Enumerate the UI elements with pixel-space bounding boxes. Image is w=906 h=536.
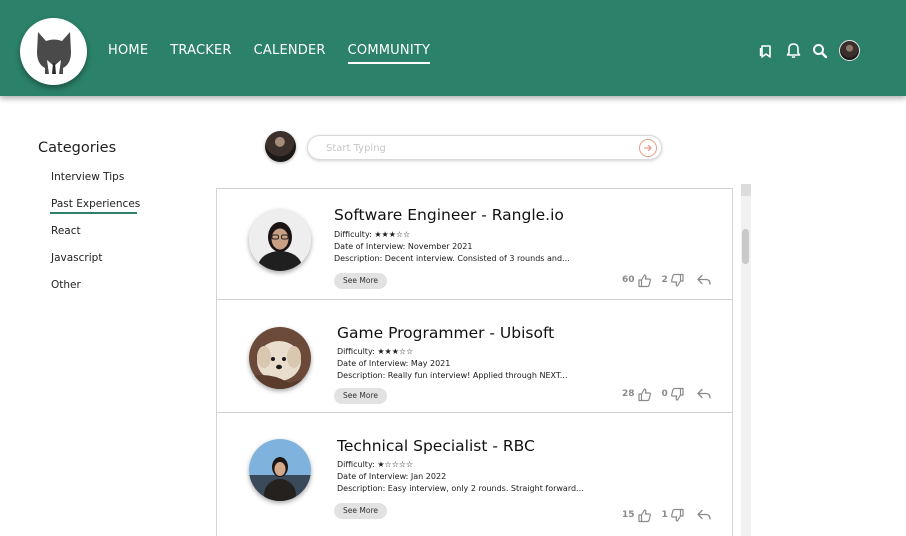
difficulty-stars: ★★★☆☆ <box>377 347 414 356</box>
post-author-avatar <box>249 439 311 501</box>
post-composer <box>307 135 662 160</box>
category-javascript[interactable]: Javascript <box>51 252 140 279</box>
thumbs-up-icon[interactable] <box>637 386 653 402</box>
post-difficulty: Difficulty: ★★★☆☆ <box>334 229 410 241</box>
composer-avatar <box>265 131 296 162</box>
bookmark-icon[interactable] <box>757 42 775 60</box>
post-feed: Software Engineer - Rangle.io Difficulty… <box>216 188 733 536</box>
arrow-right-icon <box>643 144 652 152</box>
see-more-button[interactable]: See More <box>334 503 387 519</box>
difficulty-stars: ★★★☆☆ <box>374 230 411 239</box>
post-card: Software Engineer - Rangle.io Difficulty… <box>217 189 732 300</box>
post-actions: 15 1 <box>622 507 712 523</box>
thumbs-down-icon[interactable] <box>670 386 686 402</box>
profile-avatar[interactable] <box>839 40 860 61</box>
category-interview-tips[interactable]: Interview Tips <box>51 171 140 198</box>
post-card: Technical Specialist - RBC Difficulty: ★… <box>217 413 732 524</box>
post-date: Date of Interview: May 2021 <box>337 359 451 368</box>
reply-icon[interactable] <box>696 272 712 288</box>
category-other[interactable]: Other <box>51 279 140 306</box>
thumbs-up-icon[interactable] <box>637 507 653 523</box>
nav-community[interactable]: COMMUNITY <box>347 43 431 64</box>
post-actions: 60 2 <box>622 272 712 288</box>
post-difficulty: Difficulty: ★★★☆☆ <box>337 346 413 358</box>
dislike-count: 0 <box>661 389 668 399</box>
thumbs-down-icon[interactable] <box>670 272 686 288</box>
scrollbar-thumb[interactable] <box>742 229 749 264</box>
header-actions <box>757 40 860 61</box>
post-description: Description: Easy interview, only 2 roun… <box>337 484 584 493</box>
post-date: Date of Interview: Jan 2022 <box>337 472 447 481</box>
post-actions: 28 0 <box>622 386 712 402</box>
scrollbar-cap <box>741 184 751 196</box>
difficulty-label: Difficulty: <box>337 460 375 469</box>
dislike-count: 1 <box>661 510 668 520</box>
like-count: 15 <box>622 510 635 520</box>
dislike-count: 2 <box>661 275 668 285</box>
cat-icon <box>37 32 71 74</box>
post-description: Description: Really fun interview! Appli… <box>337 371 568 380</box>
like-count: 28 <box>622 389 635 399</box>
send-button[interactable] <box>639 139 657 157</box>
post-difficulty: Difficulty: ★☆☆☆☆ <box>337 459 413 471</box>
difficulty-stars: ★☆☆☆☆ <box>377 460 414 469</box>
post-card: Game Programmer - Ubisoft Difficulty: ★★… <box>217 300 732 413</box>
category-list: Interview Tips Past Experiences React Ja… <box>51 171 140 306</box>
nav-home[interactable]: HOME <box>108 43 148 64</box>
nav-calender[interactable]: CALENDER <box>254 43 326 64</box>
thumbs-down-icon[interactable] <box>670 507 686 523</box>
like-count: 60 <box>622 275 635 285</box>
post-date: Date of Interview: November 2021 <box>334 242 473 251</box>
nav-tracker[interactable]: TRACKER <box>170 43 231 64</box>
feed-scrollbar[interactable] <box>741 184 751 536</box>
search-icon[interactable] <box>811 42 829 60</box>
cat-logo[interactable] <box>20 18 87 85</box>
post-description: Description: Decent interview. Consisted… <box>334 254 570 263</box>
bell-icon[interactable] <box>784 42 802 60</box>
difficulty-label: Difficulty: <box>337 347 375 356</box>
post-title[interactable]: Technical Specialist - RBC <box>337 437 535 455</box>
categories-title: Categories <box>38 140 117 156</box>
post-input[interactable] <box>326 140 626 156</box>
post-author-avatar <box>249 209 311 271</box>
reply-icon[interactable] <box>696 386 712 402</box>
see-more-button[interactable]: See More <box>334 273 387 289</box>
difficulty-label: Difficulty: <box>334 230 372 239</box>
see-more-button[interactable]: See More <box>334 388 387 404</box>
reply-icon[interactable] <box>696 507 712 523</box>
thumbs-up-icon[interactable] <box>637 272 653 288</box>
main-nav: HOME TRACKER CALENDER COMMUNITY <box>108 43 452 64</box>
post-title[interactable]: Software Engineer - Rangle.io <box>334 206 564 224</box>
top-navbar: HOME TRACKER CALENDER COMMUNITY <box>0 0 906 96</box>
post-title[interactable]: Game Programmer - Ubisoft <box>337 324 554 342</box>
active-category-underline <box>50 212 137 214</box>
category-react[interactable]: React <box>51 225 140 252</box>
post-author-avatar <box>249 327 311 389</box>
